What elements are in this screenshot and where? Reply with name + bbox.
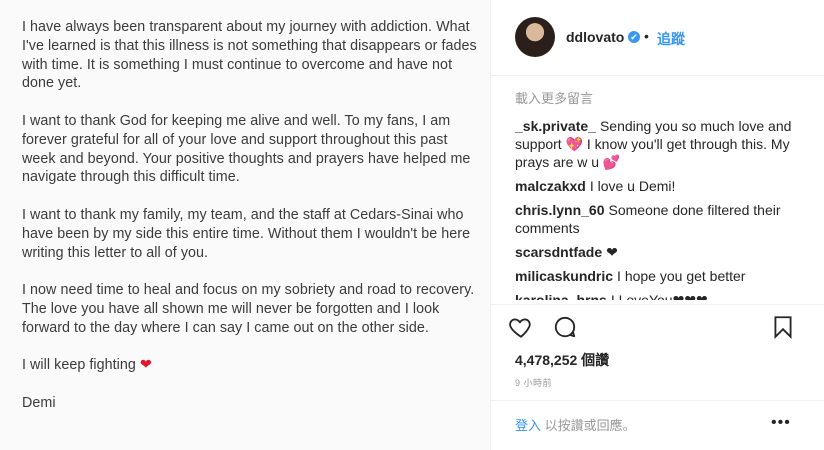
divider (491, 304, 824, 305)
comment-username[interactable]: _sk.private_ (515, 118, 596, 134)
letter-signature: Demi (22, 394, 56, 411)
heart-outline-icon (509, 318, 531, 338)
post-timestamp[interactable]: 9 小時前 (515, 376, 552, 389)
load-more-comments-button[interactable]: 載入更多留言 (515, 90, 811, 108)
comment-text: ❤ (606, 244, 618, 260)
more-options-icon[interactable]: ••• (771, 414, 791, 432)
save-button[interactable] (770, 314, 796, 340)
like-count[interactable]: 4,478,252 個讚 (515, 350, 609, 370)
username-link[interactable]: ddlovato (566, 29, 624, 45)
comment-username[interactable]: malczakxd (515, 178, 586, 194)
bookmark-icon (774, 316, 792, 339)
comments-list[interactable]: 載入更多留言 _sk.private_ Sending you so much l… (515, 90, 811, 300)
comment-text: I love u Demi! (589, 178, 676, 194)
divider (491, 400, 824, 401)
login-link[interactable]: 登入 (515, 418, 541, 433)
follow-button[interactable]: 追蹤 (657, 29, 685, 49)
comment-bubble-icon (554, 316, 576, 338)
comment-button[interactable] (552, 314, 578, 340)
letter-paragraph: I want to thank my family, my team, and … (22, 206, 471, 261)
comment-item: chris.lynn_60 Someone done filtered their… (515, 201, 811, 237)
comment-username[interactable]: chris.lynn_60 (515, 202, 605, 218)
comment-item: milicaskundric I hope you get better (515, 267, 811, 285)
letter-paragraph: I have always been transparent about my … (22, 19, 477, 92)
letter-closing: I will keep fighting ❤ (22, 356, 482, 375)
like-button[interactable] (508, 314, 534, 340)
post-image: I have always been transparent about my … (0, 0, 490, 450)
comment-item: _sk.private_ Sending you so much love and… (515, 117, 811, 171)
comment-item: karolina_hrns I LoveYou❤❤❤ (515, 291, 811, 300)
comment-item: scarsdntfade ❤ (515, 243, 811, 261)
post-header: ddlovato ✔ • 追蹤 (491, 0, 824, 76)
comment-item: malczakxd I love u Demi! (515, 177, 811, 195)
comment-text: I LoveYou❤❤❤ (610, 292, 708, 300)
comment-username[interactable]: karolina_hrns (515, 292, 607, 300)
verified-badge-icon: ✔ (628, 31, 640, 43)
login-prompt-text: 以按讚或回應。 (541, 418, 636, 433)
comment-text: I hope you get better (617, 268, 746, 284)
comment-username[interactable]: scarsdntfade (515, 244, 602, 260)
post-sidebar: ddlovato ✔ • 追蹤 載入更多留言 _sk.private_ Sendi… (490, 0, 824, 450)
letter-paragraph: I now need time to heal and focus on my … (22, 282, 475, 336)
letter-closing-text: I will keep fighting (22, 357, 136, 374)
letter-paragraph: I want to thank God for keeping me alive… (22, 112, 471, 186)
avatar[interactable] (515, 17, 555, 57)
login-prompt: 登入 以按讚或回應。 (515, 415, 636, 434)
separator-dot: • (644, 28, 649, 44)
letter-text: I have always been transparent about my … (22, 18, 482, 413)
comment-username[interactable]: milicaskundric (515, 268, 613, 284)
heart-icon: ❤ (139, 357, 152, 374)
